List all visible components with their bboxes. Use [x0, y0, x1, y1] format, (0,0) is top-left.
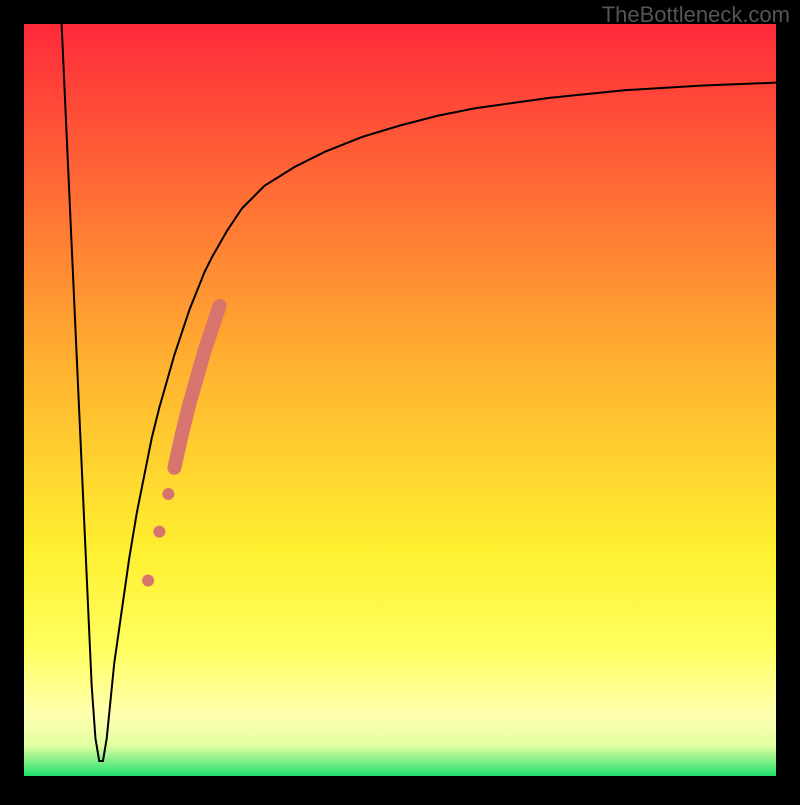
watermark-text: TheBottleneck.com	[602, 2, 790, 28]
chart-gradient-background	[24, 24, 776, 776]
chart-svg	[0, 0, 800, 800]
data-point	[153, 526, 165, 538]
data-point	[162, 488, 174, 500]
data-point	[142, 574, 154, 586]
bottleneck-chart	[0, 0, 800, 800]
